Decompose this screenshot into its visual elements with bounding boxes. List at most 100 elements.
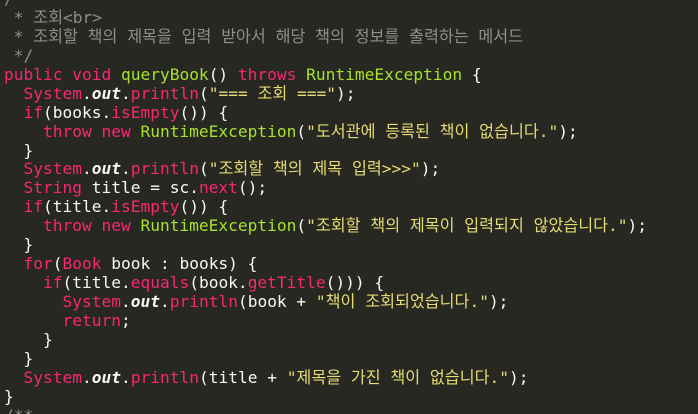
code-token: throw new	[42, 216, 141, 236]
code-token: );	[488, 292, 509, 311]
code-token: );	[335, 83, 356, 103]
code-token: }	[4, 329, 53, 349]
code-token: .	[120, 159, 131, 179]
code-line[interactable]: System.out.println(title + "제목을 가진 책이 없습…	[0, 367, 698, 388]
code-token: );	[627, 216, 648, 236]
code-token: .	[120, 83, 131, 103]
code-line[interactable]: /	[0, 0, 698, 9]
code-token: equals	[130, 273, 190, 293]
code-line[interactable]: for(Book book : books) {	[0, 254, 698, 274]
code-token: }	[4, 386, 14, 406]
code-token: if	[23, 197, 44, 217]
code-token: }	[4, 140, 34, 160]
code-line[interactable]: }	[0, 329, 698, 350]
code-token: (title +	[198, 367, 287, 387]
code-token: * 조회할 책의 제목을 입력 받아서 해당 책의 정보를 출력하는 메서드	[4, 26, 524, 46]
code-token: (title.	[43, 197, 112, 217]
code-token: for	[23, 254, 53, 274]
code-token: if	[42, 273, 63, 293]
code-token: throws	[237, 64, 307, 84]
code-token: out	[91, 159, 121, 179]
code-token: book : books) {	[111, 254, 258, 274]
code-line[interactable]: if(title.isEmpty()) {	[0, 197, 698, 217]
code-token: System	[23, 367, 82, 387]
code-token: (	[296, 216, 307, 236]
code-token: /**	[4, 406, 33, 414]
code-token: ()) {	[179, 197, 229, 217]
code-token: }	[4, 348, 34, 368]
code-line[interactable]: public void queryBook() throws RuntimeEx…	[0, 64, 698, 85]
code-token: out	[130, 292, 160, 311]
code-token: "책이 조회되었습니다."	[315, 292, 489, 311]
code-token: "=== 조회 ==="	[208, 83, 336, 103]
code-line[interactable]: String title = sc.next();	[0, 178, 698, 198]
code-line[interactable]: throw new RuntimeException("도서관에 등록된 책이 …	[0, 121, 698, 142]
code-line[interactable]: return;	[0, 310, 698, 331]
code-token: System	[23, 159, 82, 179]
code-line[interactable]: System.out.println("조회할 책의 제목 입력>>>");	[0, 159, 698, 179]
code-token: void	[72, 64, 121, 84]
code-token: );	[420, 159, 441, 179]
code-token: String	[23, 178, 92, 198]
code-token: if	[23, 102, 44, 122]
code-line[interactable]: * 조회<br>	[0, 7, 698, 28]
code-token: RuntimeException	[140, 121, 297, 141]
code-token: queryBook	[120, 64, 209, 84]
code-line[interactable]: }	[0, 348, 698, 369]
code-token: <br>	[63, 7, 103, 27]
code-token: public	[4, 64, 73, 84]
code-token: }	[4, 235, 34, 255]
code-line[interactable]: System.out.println(book + "책이 조회되었습니다.")…	[0, 292, 698, 312]
code-line[interactable]: }	[0, 140, 698, 161]
code-token: out	[91, 83, 121, 103]
code-token: "조회할 책의 제목이 입력되지 않았습니다."	[306, 216, 628, 236]
code-token: * 조회	[4, 7, 64, 27]
code-token: System	[23, 83, 82, 103]
code-token: */	[4, 45, 34, 65]
code-line[interactable]: if(books.isEmpty()) {	[0, 102, 698, 123]
code-token: "제목을 가진 책이 없습니다."	[286, 367, 509, 387]
code-line[interactable]: * 조회할 책의 제목을 입력 받아서 해당 책의 정보를 출력하는 메서드	[0, 26, 698, 47]
code-token: isEmpty	[111, 197, 180, 217]
code-token: println	[130, 367, 199, 387]
code-token: .	[159, 292, 170, 311]
code-token: ()) {	[179, 102, 229, 122]
code-token: out	[91, 367, 121, 387]
code-token: println	[169, 292, 238, 311]
code-token: (	[198, 83, 209, 103]
code-token: println	[130, 83, 199, 103]
code-token: ();	[237, 178, 268, 198]
code-token: "조회할 책의 제목 입력>>>"	[208, 159, 421, 179]
code-line[interactable]: throw new RuntimeException("조회할 책의 제목이 입…	[0, 216, 698, 236]
code-token: (book +	[237, 292, 316, 311]
code-line[interactable]: if(title.equals(book.getTitle())) {	[0, 273, 698, 293]
code-token: (	[296, 121, 307, 141]
code-token: .	[81, 367, 92, 387]
code-line[interactable]: */	[0, 45, 698, 66]
code-line[interactable]: }	[0, 235, 698, 255]
code-token: (	[52, 254, 63, 274]
code-token: {	[462, 64, 482, 84]
code-token: );	[558, 121, 578, 141]
code-line[interactable]: /**	[0, 406, 698, 414]
code-token: println	[130, 159, 199, 179]
code-editor[interactable]: / * 조회<br> * 조회할 책의 제목을 입력 받아서 해당 책의 정보를…	[0, 0, 698, 414]
code-token: /	[4, 0, 14, 8]
code-line[interactable]: System.out.println("=== 조회 ===");	[0, 83, 698, 104]
code-token: .	[81, 83, 92, 103]
code-token: throw new	[42, 121, 141, 141]
code-token: Book	[62, 254, 112, 274]
code-line[interactable]: }	[0, 386, 698, 407]
code-token: ())) {	[325, 273, 385, 293]
code-token: ;	[120, 310, 131, 330]
code-token: getTitle	[247, 273, 326, 293]
code-token: title = sc.	[91, 178, 199, 198]
code-token: (	[198, 159, 209, 179]
